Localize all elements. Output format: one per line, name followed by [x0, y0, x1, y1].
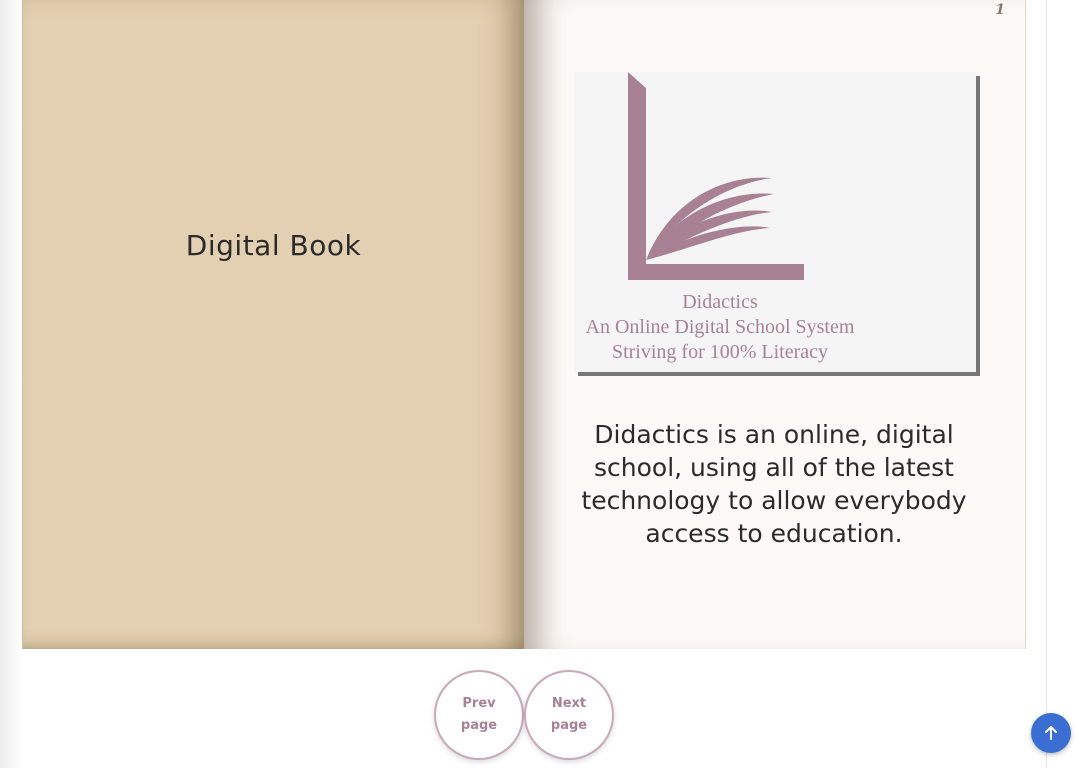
flipbook[interactable]: Digital Book 1 Didactics An Online Digit… — [22, 0, 1026, 649]
next-page-label-line2: page — [550, 718, 588, 733]
next-page-label-line1: Next — [551, 696, 587, 711]
didactics-logo: Didactics An Online Digital School Syste… — [574, 72, 976, 372]
logo-name: Didactics — [682, 291, 758, 313]
viewport-shadow — [0, 0, 22, 768]
prev-page-label-line2: page — [460, 718, 498, 733]
logo-tagline: An Online Digital School System — [585, 316, 855, 338]
book-page-1[interactable]: 1 Didactics An Online Digital School Sys… — [524, 0, 1026, 649]
scroll-to-top-button[interactable] — [1031, 713, 1071, 753]
logo-text: Didactics An Online Digital School Syste… — [574, 290, 866, 365]
content-edge — [1046, 0, 1047, 768]
page-description: Didactics is an online, digital school, … — [581, 420, 967, 548]
page-number: 1 — [995, 2, 1005, 18]
prev-page-button[interactable]: Prev page — [434, 670, 524, 760]
cover-title: Digital Book — [185, 229, 362, 262]
book-cover-page[interactable]: Digital Book — [22, 0, 524, 649]
arrow-up-icon — [1045, 726, 1057, 740]
prev-page-label-line1: Prev — [462, 696, 496, 711]
logo-motto: Striving for 100% Literacy — [611, 341, 829, 363]
next-page-button[interactable]: Next page — [524, 670, 614, 760]
